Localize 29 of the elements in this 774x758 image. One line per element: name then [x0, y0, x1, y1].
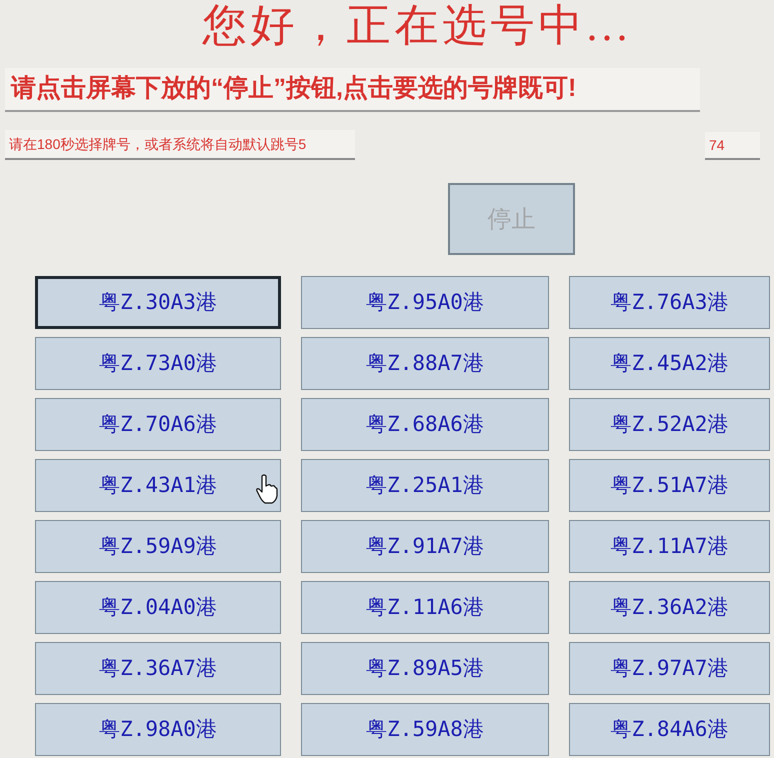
plate-number-button[interactable]: 粤Z.52A2港 — [569, 398, 770, 451]
plate-number-button[interactable]: 粤Z.76A3港 — [569, 276, 770, 329]
plate-number-button[interactable]: 粤Z.51A7港 — [569, 459, 770, 512]
plate-number-button[interactable]: 粤Z.04A0港 — [35, 581, 281, 634]
plate-number-button[interactable]: 粤Z.73A0港 — [35, 337, 281, 390]
plate-number-button[interactable]: 粤Z.30A3港 — [35, 276, 281, 329]
notice-field: 请在180秒选择牌号，或者系统将自动默认跳号5 — [5, 130, 355, 160]
instruction-text: 请点击屏幕下放的“停止”按钮,点击要选的号牌既可! — [11, 73, 576, 104]
plate-number-button[interactable]: 粤Z.84A6港 — [569, 703, 770, 756]
plate-number-button[interactable]: 粤Z.59A9港 — [35, 520, 281, 573]
plate-number-button[interactable]: 粤Z.88A7港 — [301, 337, 549, 390]
page-heading: 您好，正在选号中... — [202, 0, 632, 52]
plate-number-button[interactable]: 粤Z.45A2港 — [569, 337, 770, 390]
plate-number-button[interactable]: 粤Z.43A1港 — [35, 459, 281, 512]
hand-pointer-cursor-icon — [256, 474, 278, 504]
plate-number-button[interactable]: 粤Z.91A7港 — [301, 520, 549, 573]
plate-number-button[interactable]: 粤Z.98A0港 — [35, 703, 281, 756]
plate-number-button[interactable]: 粤Z.36A7港 — [35, 642, 281, 695]
plate-number-button[interactable]: 粤Z.68A6港 — [301, 398, 549, 451]
plate-number-button[interactable]: 粤Z.89A5港 — [301, 642, 549, 695]
plate-number-button[interactable]: 粤Z.36A2港 — [569, 581, 770, 634]
countdown-field: 74 — [705, 132, 760, 160]
plate-number-button[interactable]: 粤Z.25A1港 — [301, 459, 549, 512]
plate-number-button[interactable]: 粤Z.11A7港 — [569, 520, 770, 573]
plate-number-button[interactable]: 粤Z.97A7港 — [569, 642, 770, 695]
plate-number-button[interactable]: 粤Z.59A8港 — [301, 703, 549, 756]
plate-number-button[interactable]: 粤Z.95A0港 — [301, 276, 549, 329]
plate-number-button[interactable]: 粤Z.70A6港 — [35, 398, 281, 451]
plate-number-button[interactable]: 粤Z.11A6港 — [301, 581, 549, 634]
